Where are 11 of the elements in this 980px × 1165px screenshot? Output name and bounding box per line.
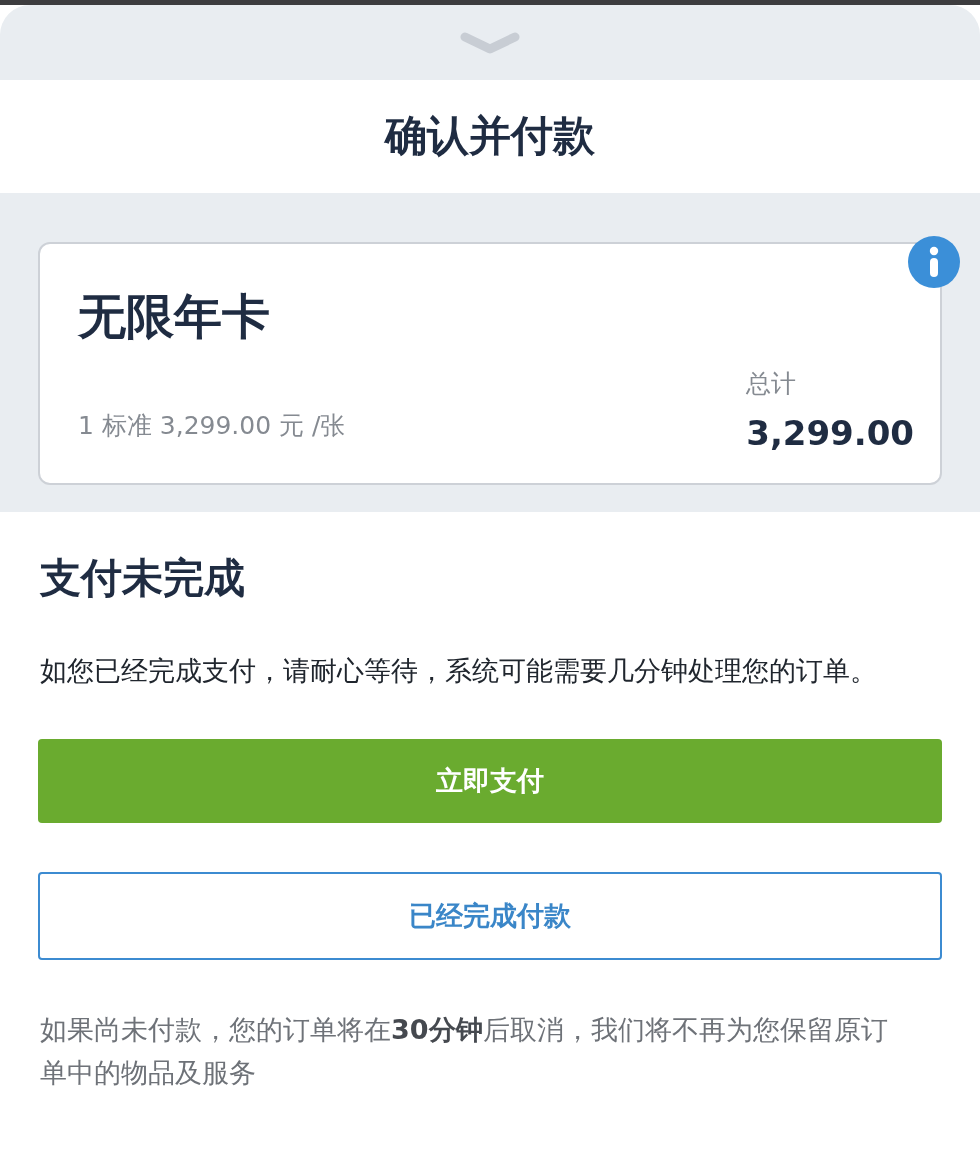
price-detail: 1 标准 3,299.00 元 /张 [78,411,346,442]
total-label: 总计 [746,368,797,399]
pay-now-button[interactable]: 立即支付 [38,739,942,823]
product-name: 无限年卡 [78,288,271,346]
info-icon[interactable] [908,236,960,288]
total-amount: 3,299.00 [746,412,914,454]
status-heading: 支付未完成 [40,554,246,604]
sheet-title: 确认并付款 [385,111,595,162]
status-message: 如您已经完成支付，请耐心等待，系统可能需要几分钟处理您的订单。 [40,653,878,688]
cancellation-notice: 如果尚未付款，您的订单将在30分钟后取消，我们将不再为您保留原订单中的物品及服务 [40,1013,889,1090]
payment-done-button[interactable]: 已经完成付款 [38,872,942,960]
